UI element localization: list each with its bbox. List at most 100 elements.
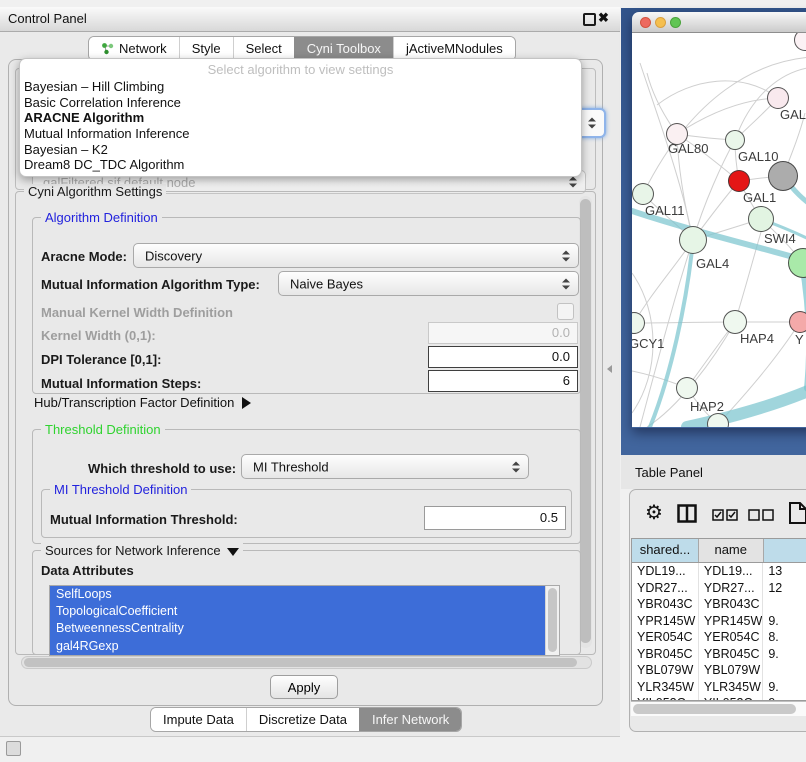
table-row[interactable]: YPR145WYPR145W9. [632,613,806,630]
node-label: SWI4 [764,231,796,246]
deselect-all-icon[interactable] [748,508,774,526]
mi-type-combo[interactable]: Naive Bayes [278,271,579,296]
zoom-window-icon[interactable] [670,17,681,28]
scrollbar-thumb[interactable] [548,588,557,652]
table-cell: 9. [763,613,806,630]
node-label: GCY1 [632,336,664,351]
node-gal[interactable] [767,87,789,109]
table-rows: YDL19...YDL19...13YDR27...YDR27...12YBR0… [632,563,806,701]
algorithm-option-bayesian-hill-climbing[interactable]: Bayesian – Hill Climbing [20,79,581,95]
settings-horizontal-scrollbar[interactable] [21,656,592,669]
aracne-mode-combo[interactable]: Discovery [133,243,579,268]
panel-title: Control Panel [8,7,87,31]
attribute-item-betweennesscentrality[interactable]: BetweennessCentrality [50,620,559,637]
node-swi4[interactable] [748,206,774,232]
algorithm-option-dream8-dc-tdc-algorithm[interactable]: Dream8 DC_TDC Algorithm [20,157,581,173]
splitter-handle[interactable] [607,365,612,373]
table-row[interactable]: YER054CYER054C8. [632,629,806,646]
aracne-mode-label: Aracne Mode: [41,249,127,264]
scrollbar-thumb[interactable] [24,658,577,667]
algorithm-option-aracne-algorithm[interactable]: ARACNE Algorithm [20,110,581,126]
table-cell: YDL19... [632,563,699,580]
node-label: Y [795,332,804,347]
node-y[interactable] [789,311,806,333]
network-desktop: GALGAL80GAL10GAL1GAL11SWI4GAL4GCY1HAP4YH… [621,8,806,455]
threshold-definition-title: Threshold Definition [41,422,165,437]
sources-title[interactable]: Sources for Network Inference [41,543,243,558]
node-label: GAL10 [738,149,778,164]
table-row[interactable]: YBR043CYBR043C [632,596,806,613]
table-cell: YER054C [699,629,763,646]
data-attributes-label: Data Attributes [41,563,134,578]
dropdown-placeholder: Select algorithm to view settings [20,59,581,79]
table-header-row: shared...name [632,539,806,563]
gear-icon[interactable]: ⚙ [645,503,663,523]
table-cell: 8. [763,629,806,646]
node-gal11[interactable] [632,183,654,205]
tab-impute-data[interactable]: Impute Data [151,708,246,731]
tab-network[interactable]: Network [89,37,179,60]
node-gal10[interactable] [725,130,745,150]
select-all-icon[interactable] [712,508,738,526]
column-header-name[interactable]: name [699,539,764,562]
mi-type-value: Naive Bayes [290,276,363,291]
dpi-tolerance-field[interactable]: 0.0 [428,346,578,368]
algorithm-option-mutual-information-inference[interactable]: Mutual Information Inference [20,126,581,142]
file-icon[interactable] [788,502,806,529]
attribute-item-gal4rgexp[interactable]: gal4RGexp [50,638,559,655]
scrollbar-thumb[interactable] [580,199,591,643]
tab-cyni-toolbox[interactable]: Cyni Toolbox [294,37,393,60]
table-cell: YBR045C [699,646,763,663]
node-gal4[interactable] [679,226,707,254]
algorithm-dropdown-list: Select algorithm to view settings Bayesi… [19,58,582,177]
table-row[interactable]: YBR045CYBR045C9. [632,646,806,663]
table-cell: YLR345W [699,679,763,696]
mi-threshold-title: MI Threshold Definition [50,482,191,497]
network-window[interactable]: GALGAL80GAL10GAL1GAL11SWI4GAL4GCY1HAP4YH… [632,12,806,428]
mi-threshold-field[interactable]: 0.5 [424,506,566,530]
table-row[interactable]: YLR345WYLR345W9. [632,679,806,696]
minimize-window-icon[interactable] [655,17,666,28]
node-gal1[interactable] [728,170,750,192]
network-window-titlebar[interactable] [632,12,806,33]
mi-steps-field[interactable]: 6 [428,370,578,392]
table-cell: YBR043C [632,596,699,613]
chevron-right-icon [242,397,251,409]
hub-definition-label: Hub/Transcription Factor Definition [34,395,234,410]
close-panel-icon[interactable]: ✖ [598,10,609,26]
algorithm-option-basic-correlation-inference[interactable]: Basic Correlation Inference [20,95,581,111]
column-header-col2[interactable] [764,539,806,562]
algorithm-option-bayesian-k2[interactable]: Bayesian – K2 [20,142,581,158]
attribute-item-topologicalcoefficient[interactable]: TopologicalCoefficient [50,603,559,620]
tab-style[interactable]: Style [179,37,233,60]
scrollbar-thumb[interactable] [633,704,796,714]
attribute-item-selfloops[interactable]: SelfLoops [50,586,559,603]
list-vertical-scrollbar[interactable] [545,586,559,655]
tab-jactivemnodules[interactable]: jActiveMNodules [393,37,515,60]
control-panel: Control Panel ✖ NetworkStyle Select Cyni T… [0,7,620,737]
table-cell [763,596,806,613]
table-row[interactable]: YBL079WYBL079W [632,662,806,679]
node-unlabeled[interactable] [768,161,798,191]
tab-discretize-data[interactable]: Discretize Data [246,708,359,731]
split-columns-icon[interactable] [677,504,697,528]
float-panel-icon[interactable] [583,13,596,26]
which-threshold-value: MI Threshold [253,459,329,474]
node-hap2[interactable] [676,377,698,399]
table-horizontal-scrollbar[interactable] [631,701,806,716]
apply-button[interactable]: Apply [270,675,338,699]
show-panel-icon[interactable] [6,741,21,756]
kernel-width-field[interactable]: 0.0 [428,322,578,344]
tab-infer-network[interactable]: Infer Network [359,708,461,731]
network-canvas[interactable]: GALGAL80GAL10GAL1GAL11SWI4GAL4GCY1HAP4YH… [632,33,806,427]
table-panel: ⚙ shared [629,489,806,732]
close-window-icon[interactable] [640,17,651,28]
hub-definition-toggle[interactable]: Hub/Transcription Factor Definition [34,395,251,410]
column-header-shared[interactable]: shared... [632,539,699,562]
table-row[interactable]: YDL19...YDL19...13 [632,563,806,580]
tab-select[interactable]: Select [233,37,294,60]
which-threshold-combo[interactable]: MI Threshold [241,454,529,479]
table-row[interactable]: YDR27...YDR27...12 [632,580,806,597]
manual-kernel-checkbox[interactable] [557,303,574,320]
tab-label: Select [246,41,282,56]
